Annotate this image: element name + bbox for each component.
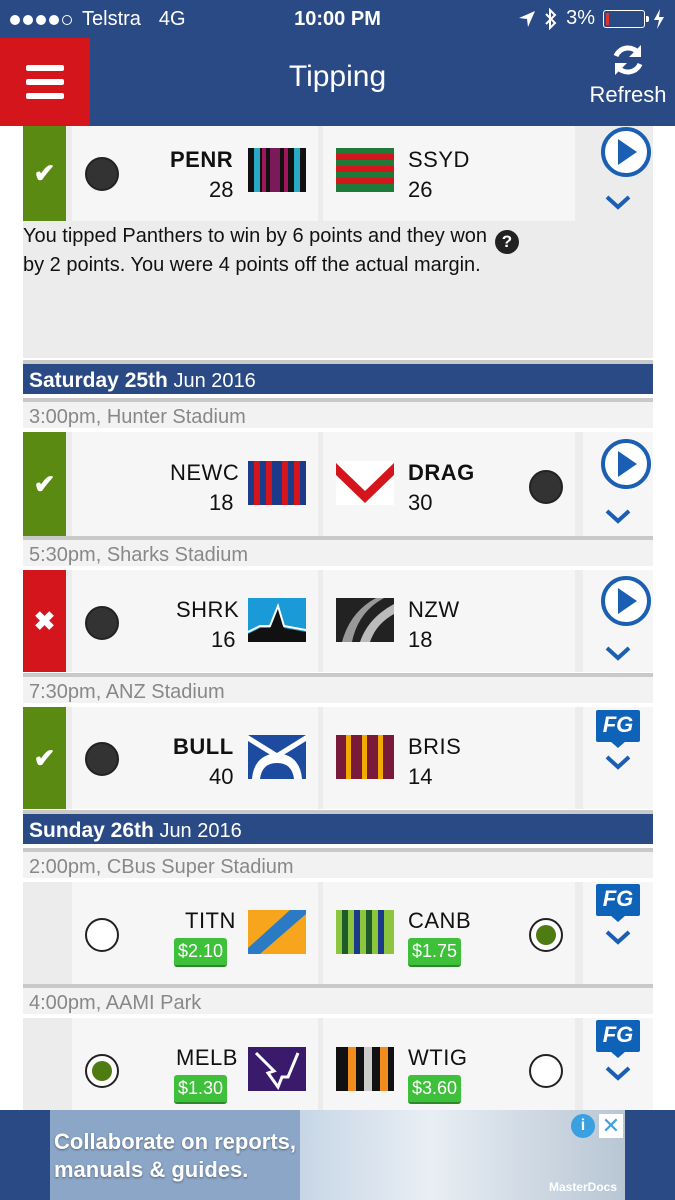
home-team-code: BULL — [173, 734, 234, 759]
warriors-logo-icon — [336, 598, 394, 642]
knights-logo-icon — [248, 461, 306, 505]
chevron-down-icon[interactable] — [604, 929, 632, 945]
match-time: 3:00pm, Hunter Stadium — [23, 398, 653, 428]
tip-radio-home[interactable] — [85, 918, 119, 952]
location-icon — [519, 10, 536, 27]
date-month: Jun 2016 — [159, 820, 242, 842]
correct-tip-icon: ✔ — [23, 432, 66, 536]
correct-tip-icon: ✔ — [23, 707, 66, 809]
home-team-score: 40 — [209, 764, 234, 789]
date-month: Jun 2016 — [173, 370, 256, 392]
home-team-code: SHRK — [176, 597, 240, 622]
rabbitohs-logo-icon — [336, 148, 394, 192]
ad-info-icon[interactable]: i — [571, 1114, 595, 1138]
ad-line-1: Collaborate on reports, — [54, 1129, 297, 1154]
ad-creative[interactable]: Collaborate on reports, manuals & guides… — [50, 1110, 625, 1200]
status-bar: Telstra 4G 10:00 PM 3% — [0, 0, 675, 38]
ad-close-icon[interactable]: ✕ — [599, 1114, 623, 1138]
away-odds-badge: $1.75 — [408, 938, 462, 967]
storm-logo-icon — [248, 1047, 306, 1091]
home-team-code: MELB — [176, 1045, 238, 1070]
home-team-code: PENR — [170, 147, 234, 172]
help-icon[interactable]: ? — [495, 230, 519, 254]
match-time: 2:00pm, CBus Super Stadium — [23, 848, 653, 878]
chevron-down-icon[interactable] — [604, 754, 632, 770]
away-team-score: 14 — [408, 764, 433, 789]
home-team-code: NEWC — [170, 460, 240, 485]
match-time: 4:00pm, AAMI Park — [23, 984, 653, 1014]
first-goal-badge[interactable]: FG — [596, 1020, 640, 1058]
ad-banner[interactable]: Collaborate on reports, manuals & guides… — [0, 1110, 675, 1200]
away-team-code: SSYD — [408, 147, 470, 172]
first-goal-badge[interactable]: FG — [596, 710, 640, 748]
play-icon[interactable] — [599, 126, 653, 178]
away-team-code: NZW — [408, 597, 460, 622]
titans-logo-icon — [248, 910, 306, 954]
match-time: 5:30pm, Sharks Stadium — [23, 536, 653, 566]
date-day: Saturday 25th — [29, 369, 168, 392]
tip-radio-away[interactable] — [529, 918, 563, 952]
chevron-down-icon[interactable] — [604, 645, 632, 661]
date-day: Sunday 26th — [29, 819, 154, 842]
nav-bar: Tipping Refresh — [0, 38, 675, 126]
bluetooth-icon — [545, 7, 557, 30]
tip-radio-home[interactable] — [85, 742, 119, 776]
tip-radio-home[interactable] — [85, 606, 119, 640]
home-odds-badge: $2.10 — [174, 938, 228, 967]
tip-radio-away[interactable] — [529, 1054, 563, 1088]
away-team-code: CANB — [408, 908, 472, 933]
play-icon[interactable] — [599, 438, 653, 490]
away-team-code: DRAG — [408, 460, 475, 485]
chevron-down-icon[interactable] — [604, 194, 632, 210]
tigers-logo-icon — [336, 1047, 394, 1091]
home-team-score: 18 — [209, 490, 234, 515]
sharks-logo-icon — [248, 598, 306, 642]
broncos-logo-icon — [336, 735, 394, 779]
date-header-sunday: Sunday 26th Jun 2016 — [23, 810, 653, 844]
ad-brand: MasterDocs — [548, 1180, 617, 1194]
raiders-logo-icon — [336, 910, 394, 954]
chevron-down-icon[interactable] — [604, 508, 632, 524]
away-team-code: WTIG — [408, 1045, 468, 1070]
wrong-tip-icon: ✖ — [23, 570, 66, 672]
date-header-saturday: Saturday 25th Jun 2016 — [23, 360, 653, 394]
battery-percent: 3% — [566, 7, 595, 29]
away-team-score: 18 — [408, 627, 433, 652]
tips-list[interactable]: ✔ PENR 28 SSYD 26 You tipped Panthers to… — [0, 126, 675, 1110]
refresh-label: Refresh — [589, 82, 667, 107]
tip-result-text: You tipped Panthers to win by 6 points a… — [23, 225, 488, 276]
correct-tip-icon: ✔ — [23, 126, 66, 221]
match-time: 7:30pm, ANZ Stadium — [23, 673, 653, 703]
chevron-down-icon[interactable] — [604, 1065, 632, 1081]
away-team-score: 26 — [408, 177, 433, 202]
away-team-score: 30 — [408, 490, 433, 515]
away-team-code: BRIS — [408, 734, 462, 759]
panthers-logo-icon — [248, 148, 306, 192]
first-goal-badge[interactable]: FG — [596, 884, 640, 922]
tip-radio-away[interactable] — [529, 470, 563, 504]
tip-radio-home[interactable] — [85, 1054, 119, 1088]
dragons-logo-icon — [336, 461, 394, 505]
home-team-score: 16 — [211, 627, 236, 652]
bulldogs-logo-icon — [248, 735, 306, 779]
page-title: Tipping — [288, 60, 387, 93]
home-team-code: TITN — [185, 908, 236, 933]
battery-icon — [603, 9, 649, 28]
ad-headline: Collaborate on reports, manuals & guides… — [54, 1128, 296, 1184]
ad-line-2: manuals & guides. — [54, 1157, 249, 1182]
home-odds-badge: $1.30 — [174, 1075, 228, 1104]
tip-radio-home[interactable] — [85, 157, 119, 191]
play-icon[interactable] — [599, 575, 653, 627]
charging-icon — [654, 8, 664, 29]
refresh-button[interactable]: Refresh — [587, 40, 669, 108]
away-odds-badge: $3.60 — [408, 1075, 462, 1104]
home-team-score: 28 — [209, 177, 234, 202]
refresh-icon — [613, 45, 643, 75]
